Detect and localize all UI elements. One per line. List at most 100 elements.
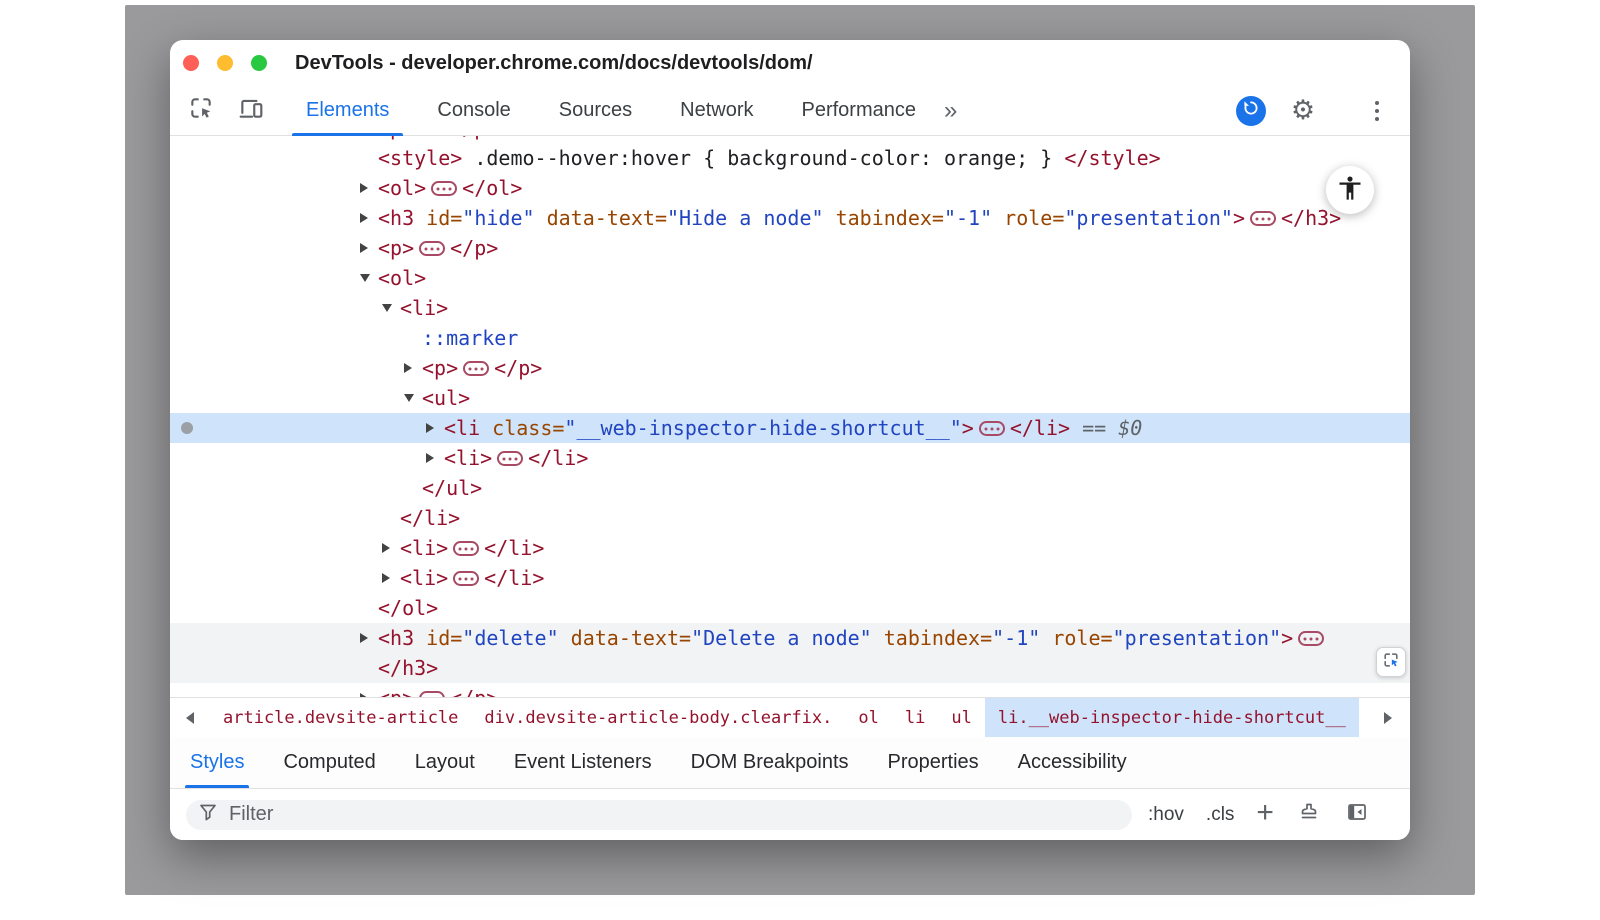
code-token-val: "hide" bbox=[462, 206, 534, 230]
dom-tree-row[interactable]: <p></p> bbox=[170, 136, 1410, 143]
ellipsis-expand-button[interactable] bbox=[463, 361, 489, 376]
dom-tree-row[interactable]: </ul> bbox=[170, 473, 1410, 503]
styles-toggle-hov[interactable]: :hov bbox=[1148, 804, 1184, 826]
dom-tree-row[interactable]: <style> .demo--hover:hover { background-… bbox=[170, 143, 1410, 173]
collapse-arrow-icon[interactable] bbox=[382, 304, 392, 312]
dom-node-code: <ol></ol> bbox=[170, 173, 1410, 203]
computed-styles-button[interactable] bbox=[1296, 802, 1322, 828]
dom-node-code: </ul> bbox=[170, 473, 1410, 503]
dom-tree-row[interactable]: <p></p> bbox=[170, 683, 1410, 697]
ellipsis-expand-button[interactable] bbox=[431, 181, 457, 196]
ellipsis-expand-button[interactable] bbox=[1298, 631, 1324, 646]
dom-tree-row[interactable]: <li></li> bbox=[170, 443, 1410, 473]
device-toolbar-button[interactable] bbox=[238, 98, 264, 124]
breadcrumb-item[interactable]: li.__web-inspector-hide-shortcut__ bbox=[985, 698, 1359, 737]
dom-tree-row[interactable]: <p></p> bbox=[170, 233, 1410, 263]
breadcrumb-item[interactable]: div.devsite-article-body.clearfix. bbox=[471, 698, 845, 737]
dom-tree-row[interactable]: <ol></ol> bbox=[170, 173, 1410, 203]
tab-performance[interactable]: Performance bbox=[778, 86, 941, 136]
screen-rotation-button[interactable] bbox=[1236, 96, 1266, 126]
tab-event-listeners[interactable]: Event Listeners bbox=[514, 737, 652, 788]
expand-arrow-icon[interactable] bbox=[426, 423, 434, 433]
breadcrumb-item[interactable]: li bbox=[892, 698, 938, 737]
window-titlebar: DevTools - developer.chrome.com/docs/dev… bbox=[170, 40, 1410, 86]
window-title: DevTools - developer.chrome.com/docs/dev… bbox=[295, 52, 813, 75]
breadcrumbs-scroll-left-button[interactable] bbox=[170, 698, 210, 737]
more-tabs-button[interactable]: » bbox=[944, 88, 957, 134]
inspect-button[interactable] bbox=[188, 98, 214, 124]
tab-accessibility[interactable]: Accessibility bbox=[1018, 737, 1127, 788]
expand-arrow-icon[interactable] bbox=[404, 363, 412, 373]
expand-arrow-icon[interactable] bbox=[360, 633, 368, 643]
ellipsis-expand-button[interactable] bbox=[497, 451, 523, 466]
expand-arrow-icon[interactable] bbox=[382, 543, 390, 553]
filter-field[interactable] bbox=[186, 800, 1132, 830]
dom-tree-row[interactable]: <p></p> bbox=[170, 353, 1410, 383]
expand-arrow-icon[interactable] bbox=[360, 243, 368, 253]
minimize-button[interactable] bbox=[217, 55, 233, 71]
expand-arrow-icon[interactable] bbox=[360, 183, 368, 193]
code-token-attr: class= bbox=[480, 416, 564, 440]
ellipsis-expand-button[interactable] bbox=[453, 541, 479, 556]
collapse-arrow-icon[interactable] bbox=[404, 394, 414, 402]
tab-computed[interactable]: Computed bbox=[283, 737, 375, 788]
breadcrumb-item[interactable]: article.devsite-article bbox=[210, 698, 471, 737]
expand-arrow-icon[interactable] bbox=[426, 453, 434, 463]
settings-button[interactable]: ⚙︎ bbox=[1290, 98, 1316, 124]
ellipsis-expand-button[interactable] bbox=[979, 421, 1005, 436]
breadcrumbs-scroll-right-button[interactable] bbox=[1366, 698, 1410, 737]
ellipsis-expand-button[interactable] bbox=[1250, 211, 1276, 226]
code-token-tag: <h3 bbox=[378, 626, 414, 650]
code-token-val: "presentation" bbox=[1064, 206, 1233, 230]
zoom-button[interactable] bbox=[251, 55, 267, 71]
dom-tree-row[interactable]: <ul> bbox=[170, 383, 1410, 413]
expand-arrow-icon[interactable] bbox=[360, 213, 368, 223]
breadcrumb-item[interactable]: ul bbox=[938, 698, 984, 737]
more-options-button[interactable] bbox=[1364, 98, 1390, 124]
breadcrumb-item[interactable]: ol bbox=[845, 698, 891, 737]
dom-tree-row[interactable]: </h3> bbox=[170, 653, 1410, 683]
tab-sources[interactable]: Sources bbox=[535, 86, 656, 136]
dom-tree-row[interactable]: ::marker bbox=[170, 323, 1410, 353]
expand-arrow-icon[interactable] bbox=[382, 573, 390, 583]
code-token-marker: ::marker bbox=[422, 326, 518, 350]
dom-tree-row[interactable]: <h3 id="delete" data-text="Delete a node… bbox=[170, 623, 1410, 653]
tab-elements[interactable]: Elements bbox=[282, 86, 413, 136]
code-token-tag: <p> bbox=[378, 136, 414, 140]
ellipsis-expand-button[interactable] bbox=[419, 241, 445, 256]
styles-toggle-cls[interactable]: .cls bbox=[1206, 804, 1235, 826]
dom-tree-row[interactable]: <ol> bbox=[170, 263, 1410, 293]
ellipsis-expand-button[interactable] bbox=[453, 571, 479, 586]
tab-dom-breakpoints[interactable]: DOM Breakpoints bbox=[691, 737, 849, 788]
dom-tree-row[interactable]: </li> bbox=[170, 503, 1410, 533]
filter-funnel-icon bbox=[198, 802, 218, 827]
code-token-tag: <ol> bbox=[378, 176, 426, 200]
devtools-window: DevTools - developer.chrome.com/docs/dev… bbox=[170, 40, 1410, 840]
dom-tree-row[interactable]: <li></li> bbox=[170, 533, 1410, 563]
code-token-val: "-1" bbox=[992, 626, 1040, 650]
dom-tree-row[interactable]: <li></li> bbox=[170, 563, 1410, 593]
inspect-element-badge[interactable] bbox=[1376, 647, 1406, 677]
collapse-arrow-icon[interactable] bbox=[360, 274, 370, 282]
kebab-menu-icon bbox=[1375, 109, 1379, 113]
tab-styles[interactable]: Styles bbox=[190, 737, 244, 788]
accessibility-overlay-button[interactable] bbox=[1326, 166, 1374, 214]
close-button[interactable] bbox=[183, 55, 199, 71]
tab-console[interactable]: Console bbox=[413, 86, 534, 136]
sidebar-toggle-button[interactable] bbox=[1344, 802, 1370, 828]
dom-tree-row[interactable]: <h3 id="hide" data-text="Hide a node" ta… bbox=[170, 203, 1410, 233]
dom-node-code: <li> bbox=[170, 293, 1410, 323]
tab-properties[interactable]: Properties bbox=[888, 737, 979, 788]
code-token-tag: <li> bbox=[444, 446, 492, 470]
dom-tree-row[interactable]: </ol> bbox=[170, 593, 1410, 623]
expand-arrow-icon[interactable] bbox=[360, 693, 368, 697]
tab-network[interactable]: Network bbox=[656, 86, 777, 136]
tab-layout[interactable]: Layout bbox=[415, 737, 475, 788]
dom-tree-row[interactable]: <li class="__web-inspector-hide-shortcut… bbox=[170, 413, 1410, 443]
traffic-lights bbox=[183, 55, 267, 71]
dom-tree[interactable]: <p></p><style> .demo--hover:hover { back… bbox=[170, 136, 1410, 697]
new-style-rule-button[interactable]: + bbox=[1256, 798, 1274, 828]
dom-tree-row[interactable]: <li> bbox=[170, 293, 1410, 323]
filter-input[interactable] bbox=[227, 802, 1120, 827]
ellipsis-expand-button[interactable] bbox=[419, 691, 445, 697]
